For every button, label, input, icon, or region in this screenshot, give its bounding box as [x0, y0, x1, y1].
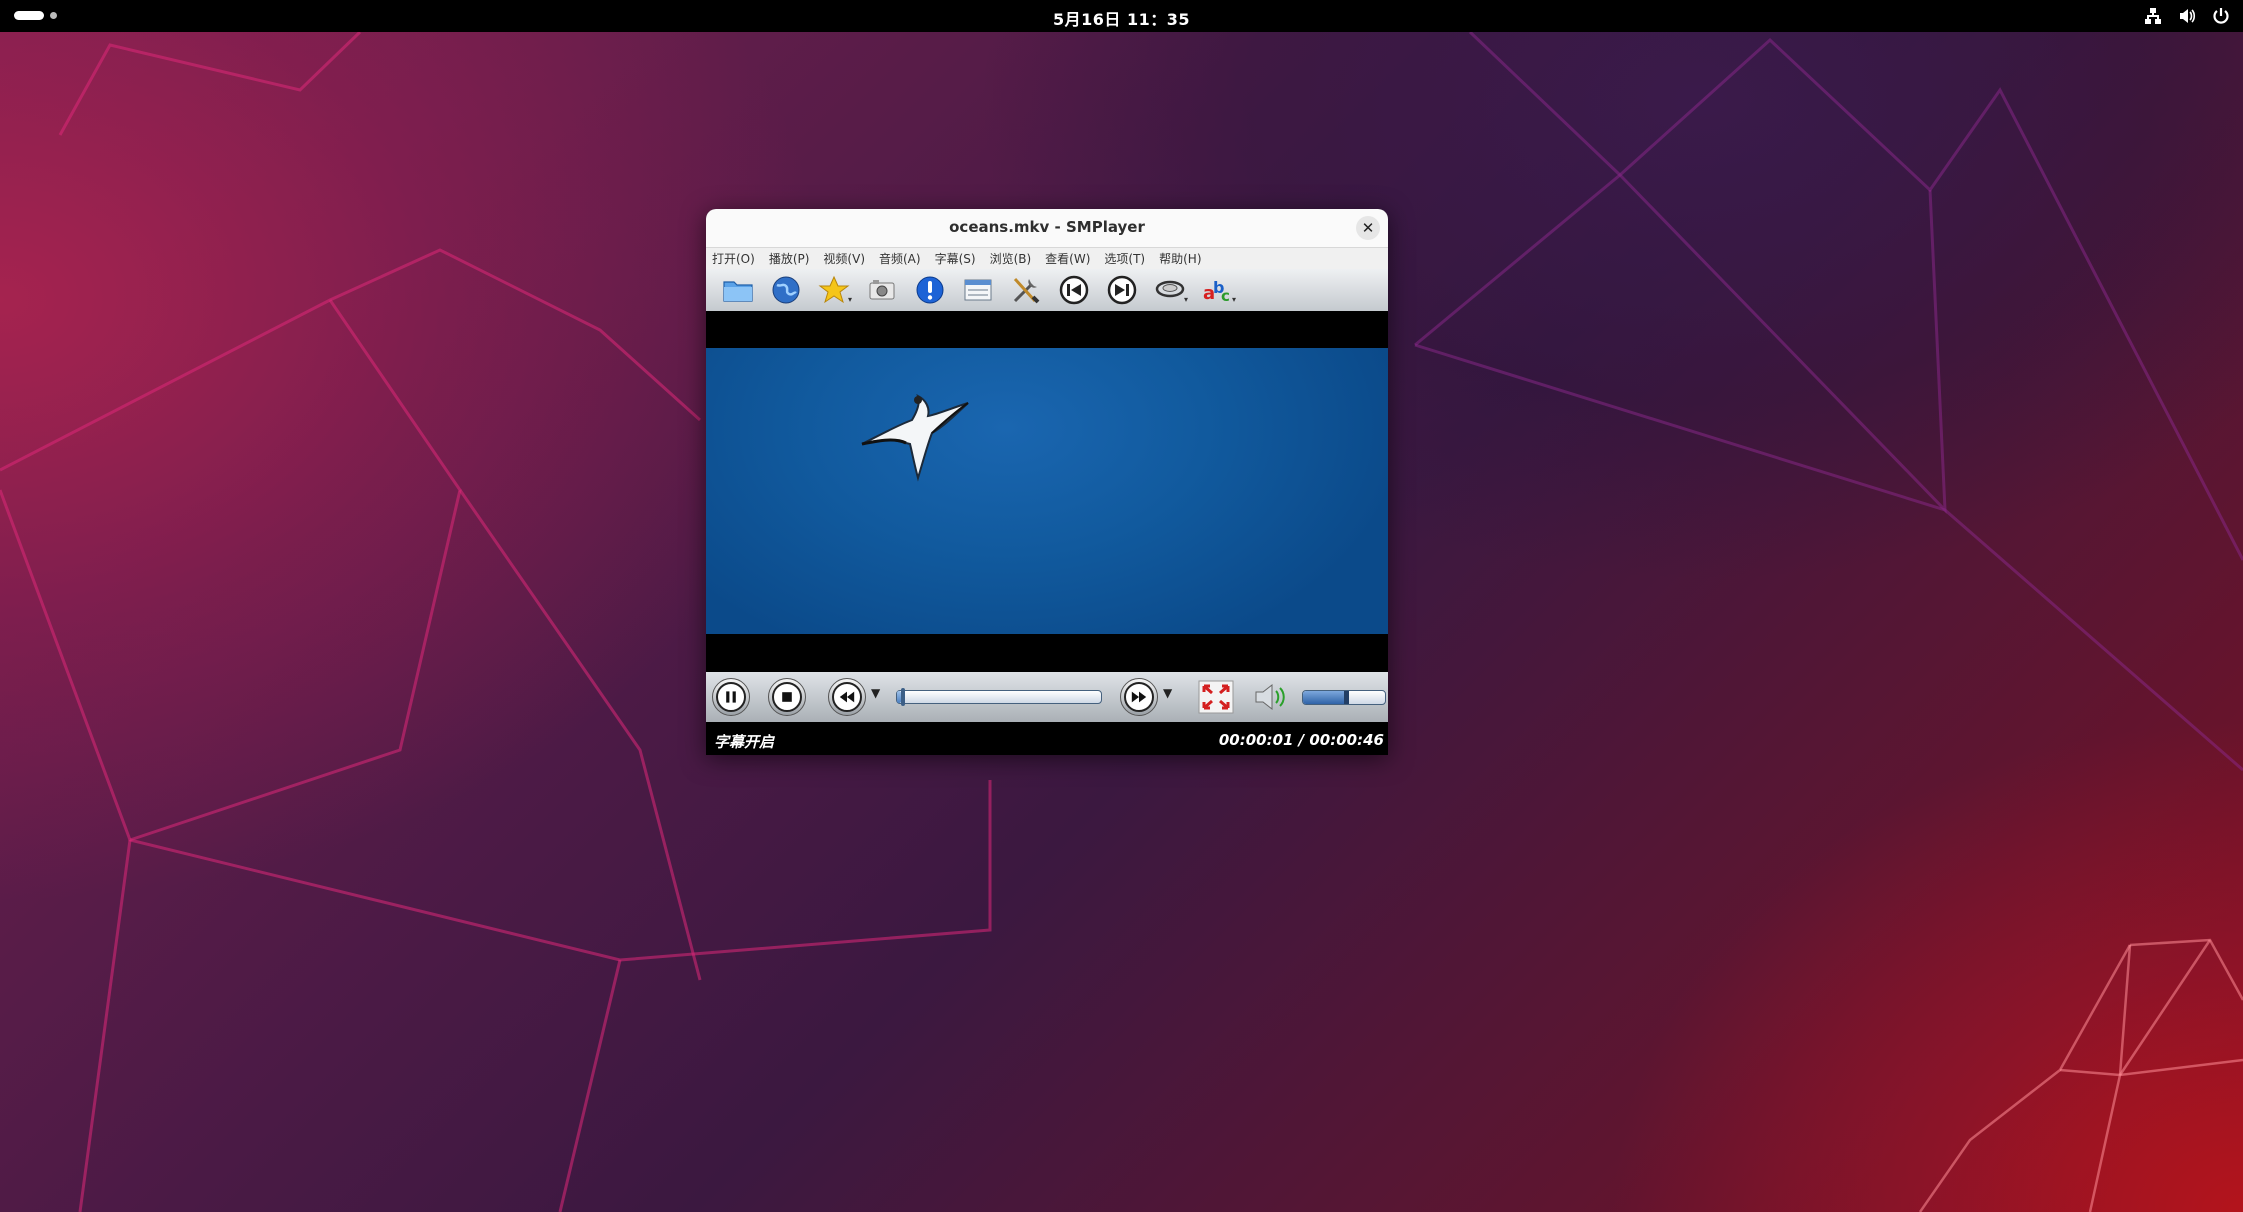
forward-icon [1131, 691, 1147, 703]
video-display[interactable] [706, 311, 1388, 669]
network-icon[interactable] [2143, 6, 2163, 26]
time-display: 00:00:01 / 00:00:46 [1218, 731, 1384, 749]
control-bar: ▼ ▼ [706, 672, 1388, 722]
screenshot-button[interactable] [858, 270, 906, 310]
top-bar: 5月16日 11：35 [0, 0, 2243, 32]
menu-audio[interactable]: 音频(A) [879, 250, 921, 267]
subtitle-track-icon: abc [1203, 278, 1230, 305]
subtitle-status: 字幕开启 [714, 733, 775, 751]
favorites-button[interactable]: ▾ [810, 270, 858, 310]
mute-button[interactable] [1252, 680, 1290, 714]
info-button[interactable] [906, 270, 954, 310]
forward-dropdown-icon[interactable]: ▼ [1163, 686, 1172, 700]
menu-view[interactable]: 查看(W) [1045, 250, 1090, 267]
menu-options[interactable]: 选项(T) [1104, 250, 1145, 267]
seek-slider[interactable] [896, 688, 1102, 706]
subtitle-track-button[interactable]: abc ▾ [1194, 270, 1242, 310]
volume-handle[interactable] [1344, 691, 1349, 704]
volume-slider[interactable] [1302, 690, 1386, 705]
status-bar: 字幕开启 00:00:01 / 00:00:46 [706, 725, 1388, 755]
audio-track-button[interactable]: ▾ [1146, 270, 1194, 310]
audio-track-dropdown-icon[interactable]: ▾ [1184, 295, 1188, 304]
favorites-icon [818, 275, 850, 304]
video-frame [706, 348, 1388, 634]
previous-icon [1059, 275, 1089, 305]
previous-button[interactable] [1050, 270, 1098, 310]
seek-handle[interactable] [901, 688, 905, 706]
menu-play[interactable]: 播放(P) [769, 250, 810, 267]
stop-icon [782, 692, 792, 702]
open-url-button[interactable] [762, 270, 810, 310]
clock[interactable]: 5月16日 11：35 [0, 6, 2243, 30]
open-url-icon [772, 276, 800, 304]
favorites-dropdown-icon[interactable]: ▾ [848, 295, 852, 304]
toolbar: ▾ ▾ abc ▾ [706, 269, 1388, 312]
power-icon[interactable] [2211, 6, 2231, 26]
fullscreen-button[interactable] [1198, 680, 1234, 714]
video-content-bird [861, 394, 969, 482]
menu-help[interactable]: 帮助(H) [1159, 250, 1201, 267]
menu-bar: 打开(O) 播放(P) 视频(V) 音频(A) 字幕(S) 浏览(B) 查看(W… [706, 248, 1388, 269]
open-folder-icon [723, 281, 753, 302]
volume-icon[interactable] [2177, 6, 2197, 26]
rewind-icon [839, 691, 855, 703]
menu-browse[interactable]: 浏览(B) [990, 250, 1032, 267]
preferences-icon [1013, 277, 1040, 304]
stop-button[interactable] [768, 678, 806, 716]
close-button[interactable]: ✕ [1356, 216, 1380, 240]
subtitle-track-dropdown-icon[interactable]: ▾ [1232, 295, 1236, 304]
open-folder-button[interactable] [714, 270, 762, 310]
volume-fill [1303, 691, 1344, 704]
menu-video[interactable]: 视频(V) [823, 250, 865, 267]
window-title: oceans.mkv - SMPlayer [949, 218, 1145, 236]
system-tray[interactable] [2143, 6, 2231, 26]
playlist-icon [964, 279, 992, 301]
screenshot-icon [869, 280, 895, 300]
title-bar[interactable]: oceans.mkv - SMPlayer ✕ [706, 209, 1388, 248]
smplayer-window: oceans.mkv - SMPlayer ✕ 打开(O) 播放(P) 视频(V… [706, 209, 1388, 755]
speaker-icon [1255, 683, 1285, 711]
rewind-button[interactable] [828, 678, 866, 716]
preferences-button[interactable] [1002, 270, 1050, 310]
rewind-dropdown-icon[interactable]: ▼ [871, 686, 880, 700]
fullscreen-icon [1198, 680, 1234, 714]
menu-subtitles[interactable]: 字幕(S) [935, 250, 976, 267]
forward-button[interactable] [1120, 678, 1158, 716]
pause-button[interactable] [712, 678, 750, 716]
svg-text:c: c [1221, 287, 1230, 305]
info-icon [916, 276, 944, 304]
next-icon [1107, 275, 1137, 305]
pause-icon [726, 691, 736, 703]
playlist-button[interactable] [954, 270, 1002, 310]
audio-track-icon [1155, 280, 1185, 298]
next-button[interactable] [1098, 270, 1146, 310]
menu-open[interactable]: 打开(O) [712, 250, 755, 267]
